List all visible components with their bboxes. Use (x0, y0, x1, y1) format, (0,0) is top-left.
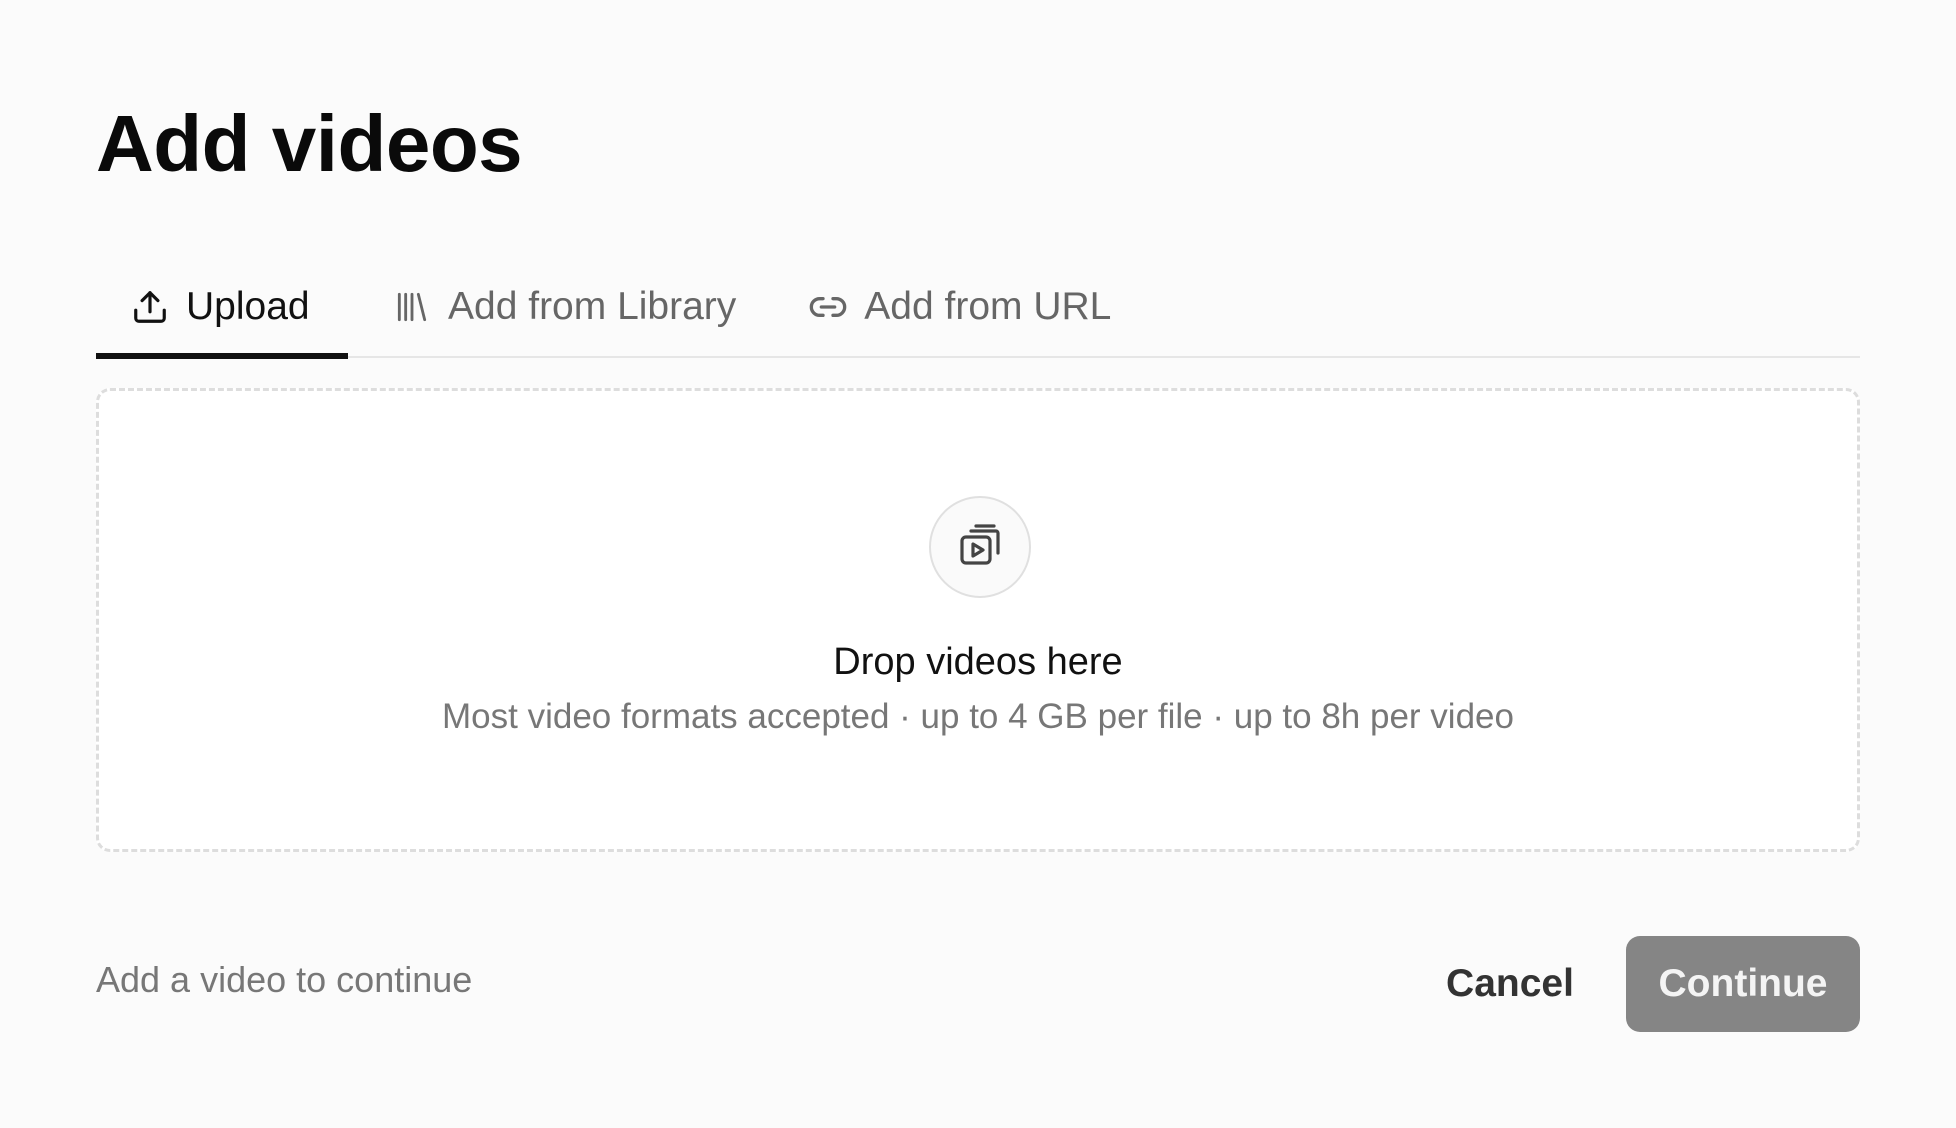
tab-add-from-url[interactable]: Add from URL (808, 262, 1111, 356)
video-stack-icon (956, 521, 1004, 574)
cancel-button[interactable]: Cancel (1420, 936, 1600, 1032)
library-icon (392, 287, 432, 327)
source-tabs: Upload Add from Library Add from URL (96, 262, 1860, 359)
tab-upload[interactable]: Upload (96, 262, 348, 359)
tab-library-label: Add from Library (448, 285, 737, 328)
dropzone-icon-circle (929, 496, 1031, 598)
dialog-title: Add videos (96, 99, 523, 188)
footer-hint: Add a video to continue (96, 959, 473, 1000)
continue-button[interactable]: Continue (1626, 936, 1860, 1032)
upload-icon (130, 287, 170, 327)
dropzone-title: Drop videos here (833, 641, 1123, 683)
add-videos-dialog: Add videos Upload Add from Library Add f… (0, 0, 1956, 1128)
tab-url-label: Add from URL (864, 285, 1112, 328)
video-dropzone[interactable]: Drop videos here Most video formats acce… (96, 388, 1860, 852)
tab-upload-label: Upload (186, 285, 310, 328)
link-icon (808, 287, 848, 327)
dropzone-subtitle: Most video formats accepted · up to 4 GB… (442, 697, 1514, 736)
tab-add-from-library[interactable]: Add from Library (392, 262, 736, 356)
